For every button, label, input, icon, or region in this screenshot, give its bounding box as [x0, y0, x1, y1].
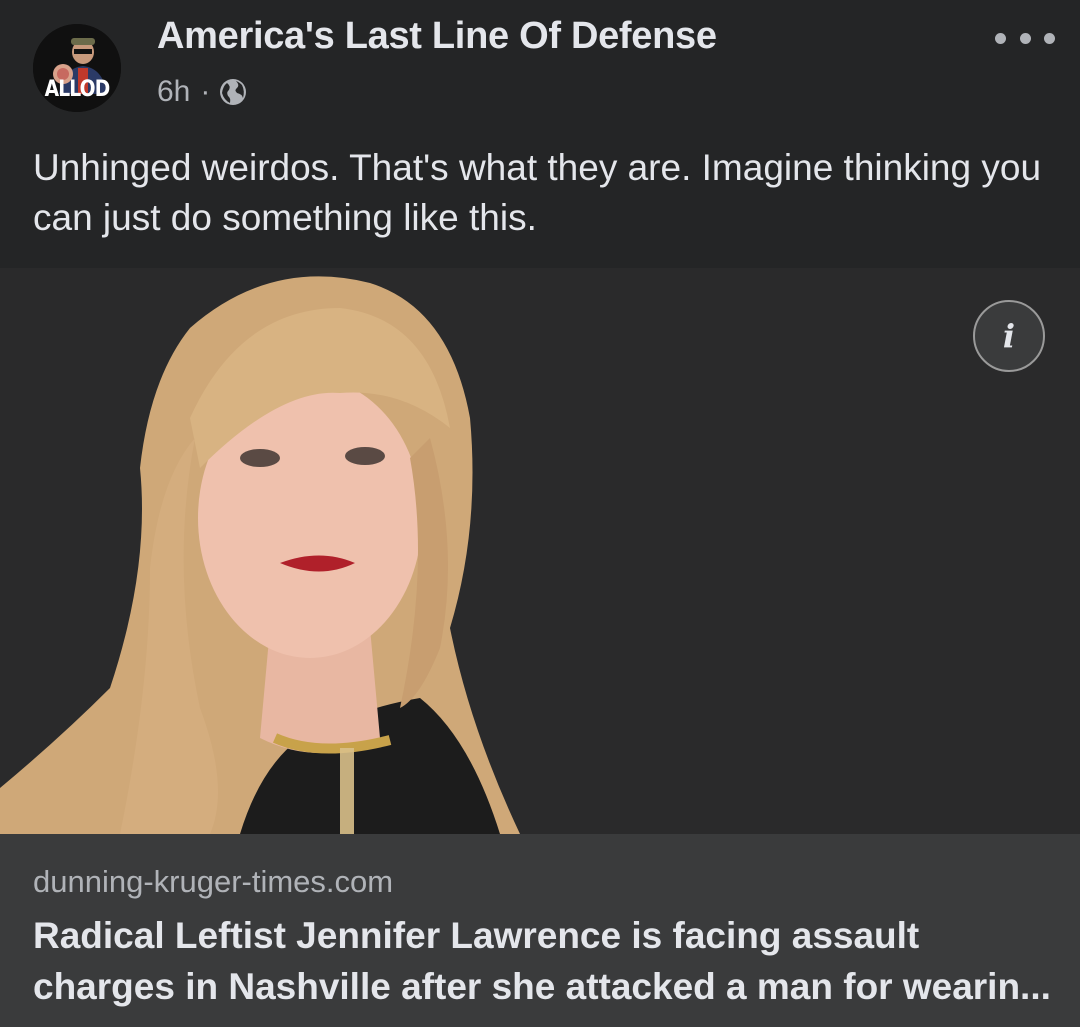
page-avatar[interactable]: ALLOD — [33, 24, 121, 112]
post-timestamp[interactable]: 6h — [157, 75, 190, 109]
more-options-button[interactable] — [995, 18, 1055, 58]
post-caption: Unhinged weirdos. That's what they are. … — [33, 147, 1042, 238]
facebook-post: ALLOD America's Last Line Of Defense 6h … — [0, 0, 1080, 1027]
more-options-dot — [995, 32, 1006, 44]
avatar-logo-text: ALLOD — [44, 77, 111, 102]
more-options-dot — [1044, 32, 1055, 44]
post-header: ALLOD America's Last Line Of Defense 6h … — [0, 0, 1080, 130]
link-title[interactable]: Radical Leftist Jennifer Lawrence is fac… — [33, 910, 1053, 1012]
link-preview[interactable]: dunning-kruger-times.com Radical Leftist… — [0, 834, 1080, 1027]
meta-separator: · — [200, 75, 211, 108]
info-icon[interactable]: i — [973, 300, 1045, 372]
link-domain: dunning-kruger-times.com — [33, 864, 394, 899]
page-name-link[interactable]: America's Last Line Of Defense — [157, 15, 717, 58]
portrait-image — [0, 268, 1080, 834]
more-options-dot — [1019, 32, 1031, 44]
post-meta: 6h · — [157, 72, 248, 112]
post-image[interactable]: i — [0, 268, 1080, 834]
globe-icon[interactable] — [218, 77, 248, 107]
